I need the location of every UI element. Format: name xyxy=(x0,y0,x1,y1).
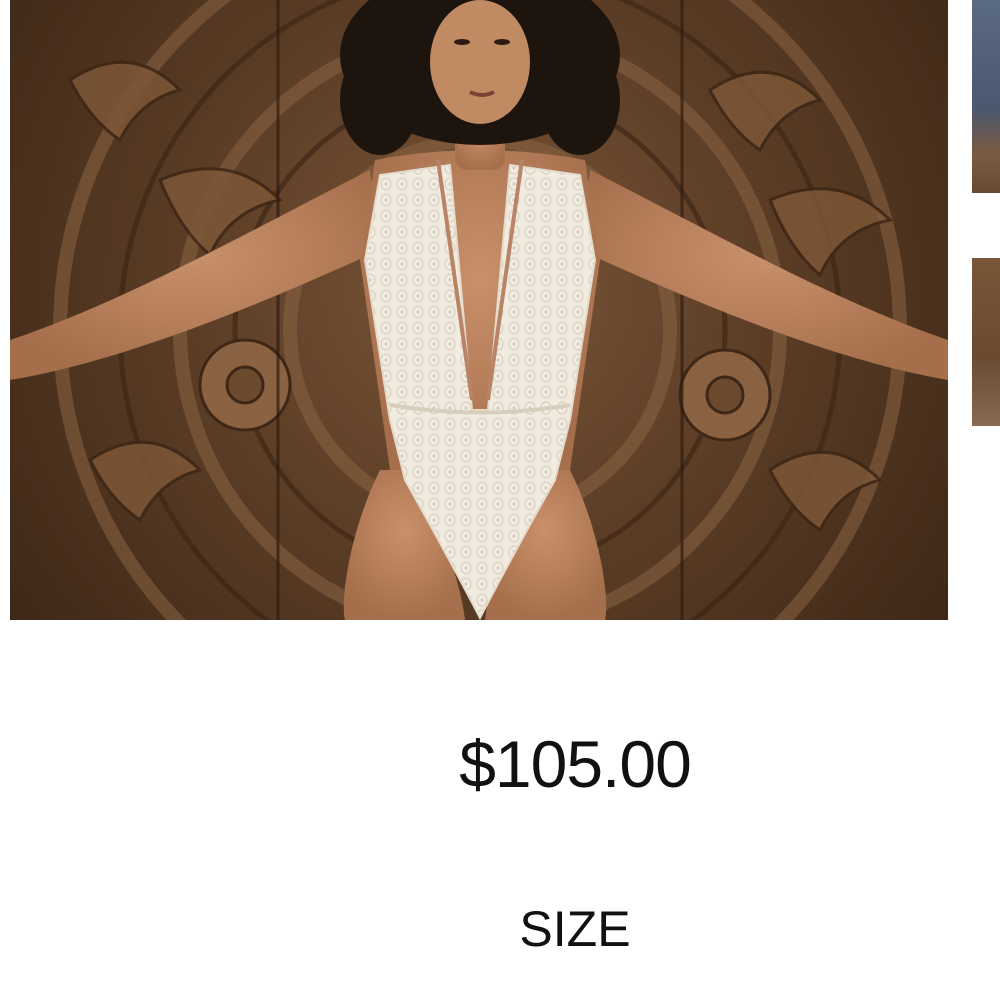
size-heading: SIZE xyxy=(519,901,631,957)
product-main-image[interactable] xyxy=(10,0,948,620)
product-price: $105.00 xyxy=(459,727,692,801)
product-thumbnail-2[interactable] xyxy=(972,258,1000,426)
product-thumbnail-1[interactable] xyxy=(972,0,1000,193)
product-photo-illustration xyxy=(10,0,948,620)
product-page: $105.00 SIZE xyxy=(0,0,1000,1000)
